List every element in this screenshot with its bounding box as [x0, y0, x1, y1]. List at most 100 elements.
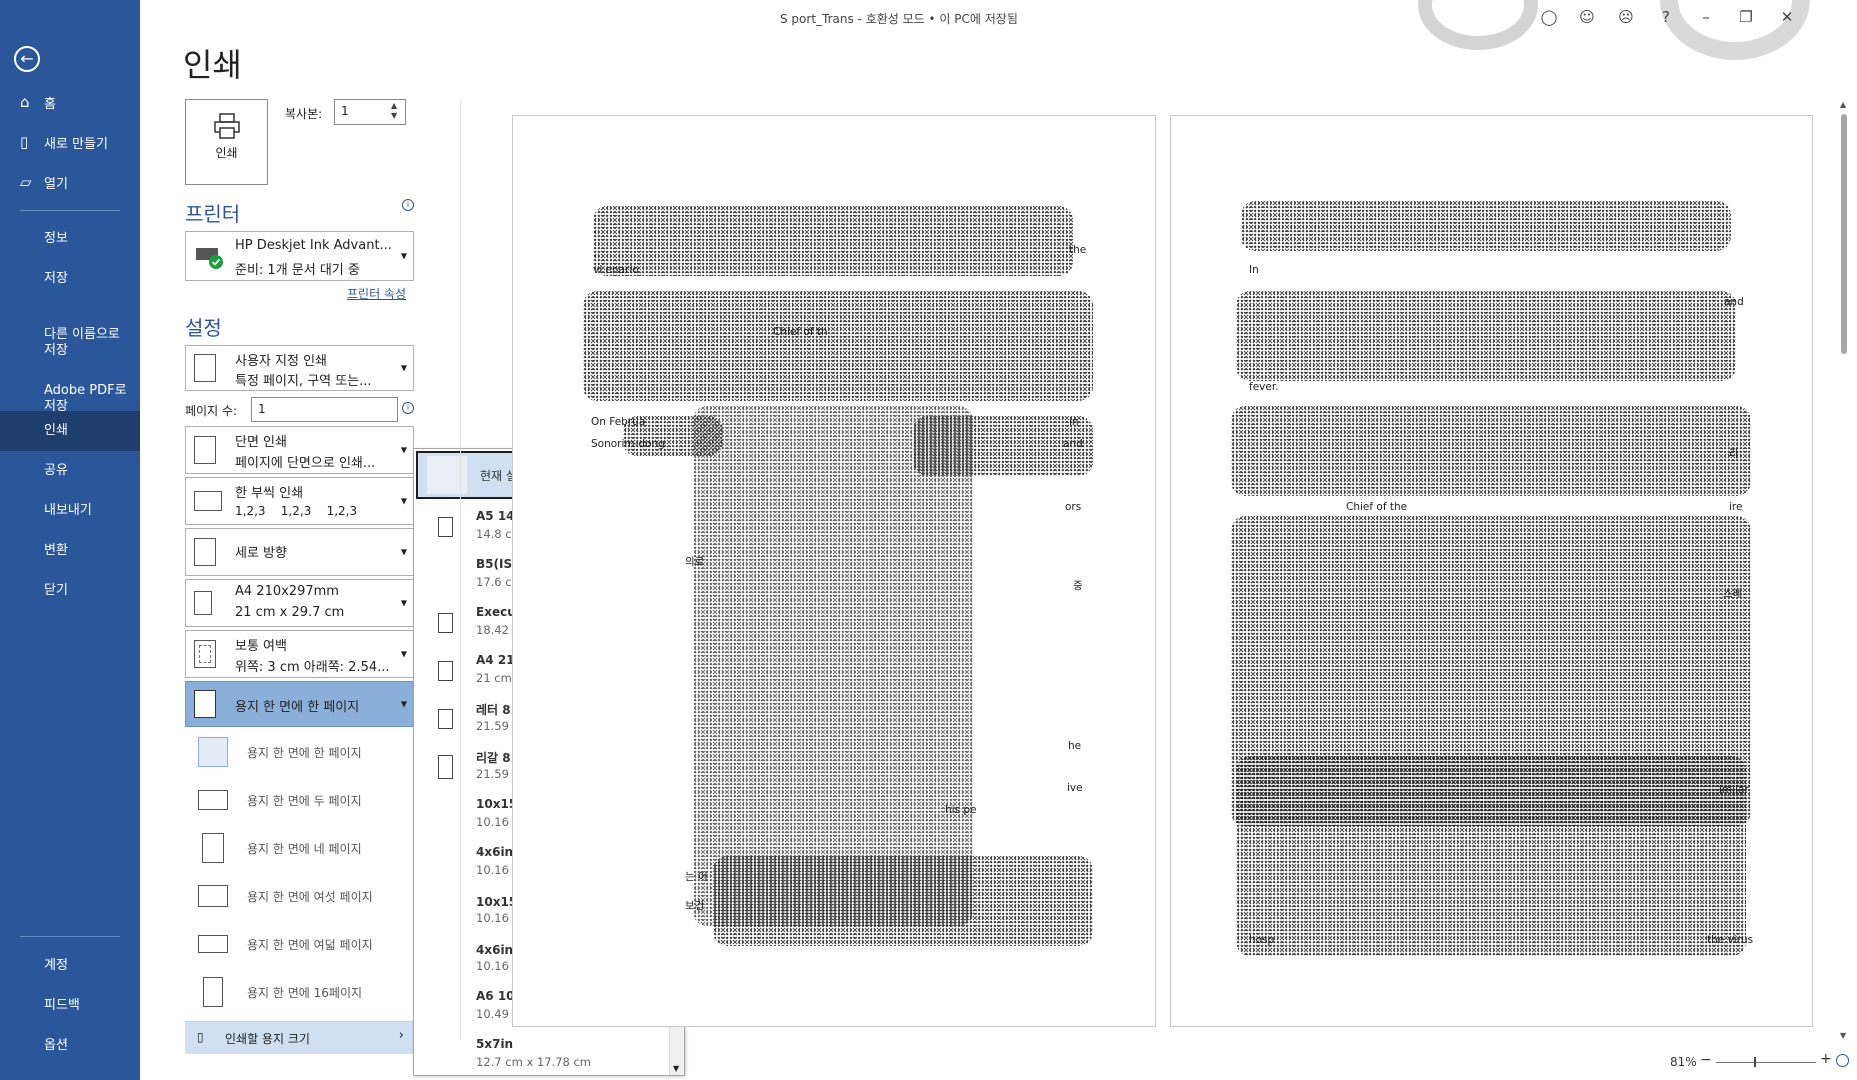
two-pages-icon	[198, 790, 228, 810]
print-button-label: 인쇄	[215, 146, 238, 160]
pps-option-label: 용지 한 면에 한 페이지	[247, 746, 362, 760]
home-icon: ⌂	[20, 93, 30, 111]
sidebar-item-options[interactable]: 옵션	[0, 1038, 140, 1060]
sidebar-item-label: 변환	[44, 543, 68, 558]
setting-line2: 1,2,3 1,2,3 1,2,3	[235, 504, 358, 518]
one-sided-icon	[194, 436, 216, 464]
sidebar-item-close[interactable]: 닫기	[0, 583, 140, 605]
sidebar-item-home[interactable]: ⌂ 홈	[0, 94, 140, 116]
margins-select[interactable]: 보통 여백 위쪽: 3 cm 아래쪽: 2.54... ▼	[185, 630, 414, 678]
sidebar-item-label: 계정	[44, 958, 68, 973]
pps-option-label: 용지 한 면에 여덟 페이지	[247, 938, 373, 952]
info-icon[interactable]: i	[402, 199, 414, 211]
paper-option-name: 5x7in	[476, 1037, 514, 1051]
text-fragment: On Februa	[591, 416, 646, 428]
sidebar-item-open[interactable]: ▱ 열기	[0, 174, 140, 196]
new-document-icon: ▯	[20, 133, 29, 151]
pps-option-label: 용지 한 면에 네 페이지	[247, 842, 362, 856]
account-icon[interactable]: ◯	[1538, 6, 1560, 28]
settings-section-title: 설정	[185, 316, 222, 340]
pps-option-4[interactable]: 용지 한 면에 네 페이지	[185, 825, 414, 871]
sixteen-pages-icon	[203, 977, 223, 1007]
print-button[interactable]: 인쇄	[185, 99, 268, 185]
text-fragment: the	[1069, 244, 1087, 256]
preview-scrollbar[interactable]: ▲ ▼	[1838, 100, 1850, 1040]
sidebar-item-export[interactable]: 내보내기	[0, 503, 140, 525]
zoom-slider-thumb[interactable]	[1754, 1057, 1756, 1067]
redacted-text-block	[713, 856, 1093, 946]
sidebar-item-label: 새로 만들기	[44, 137, 108, 152]
current-paper-icon	[427, 456, 467, 494]
printer-name: HP Deskjet Ink Advant...	[235, 238, 392, 253]
paper-size-select[interactable]: A4 210x297mm 21 cm x 29.7 cm ▼	[185, 579, 414, 627]
text-fragment: vi enario	[593, 264, 639, 276]
sidebar-item-print[interactable]: 인쇄	[0, 411, 140, 451]
smile-icon[interactable]: ☺	[1576, 6, 1598, 28]
text-fragment: 스레	[1723, 588, 1743, 600]
chevron-down-icon: ▼	[400, 598, 407, 608]
setting-line1: 용지 한 면에 한 페이지	[235, 700, 360, 715]
pages-input[interactable]: 1	[251, 397, 398, 422]
print-range-select[interactable]: 사용자 지정 인쇄 특정 페이지, 구역 또는... ▼	[185, 345, 414, 391]
chevron-down-icon: ▼	[400, 649, 407, 659]
text-fragment: ire	[1729, 501, 1743, 513]
minimize-icon[interactable]: –	[1695, 6, 1717, 28]
paper-icon	[194, 591, 212, 615]
paper-size-icon: ▯	[197, 1030, 204, 1044]
sidebar-item-save-as[interactable]: 다른 이름으로 저장	[0, 311, 140, 358]
text-fragment: ive	[1067, 782, 1083, 794]
text-fragment: and	[1724, 296, 1744, 308]
back-arrow-icon[interactable]: ←	[14, 46, 40, 72]
orientation-select[interactable]: 세로 방향 ▼	[185, 528, 414, 576]
printer-properties-link[interactable]: 프린터 속성	[347, 285, 406, 302]
zoom-in-button[interactable]: +	[1820, 1051, 1832, 1067]
zoom-slider[interactable]	[1716, 1062, 1816, 1063]
paper-option-name: 4x6in	[476, 845, 514, 859]
scrollbar-thumb[interactable]	[1841, 114, 1847, 354]
close-icon[interactable]: ✕	[1776, 6, 1798, 28]
scroll-down-icon[interactable]: ▼	[673, 1064, 679, 1073]
info-icon[interactable]: i	[402, 402, 414, 414]
scroll-up-icon[interactable]: ▲	[1840, 100, 1846, 109]
title-bar: S port_Trans - 호환성 모드 • 이 PC에 저장됨 ◯ ☺ ☹ …	[140, 0, 1857, 60]
sidebar-item-transform[interactable]: 변환	[0, 543, 140, 565]
pps-option-2[interactable]: 용지 한 면에 두 페이지	[185, 777, 414, 823]
sidebar-item-account[interactable]: 계정	[0, 958, 140, 980]
pps-option-8[interactable]: 용지 한 면에 여덟 페이지	[185, 921, 414, 967]
zoom-to-page-icon[interactable]	[1836, 1054, 1849, 1067]
text-fragment: and	[1063, 438, 1083, 450]
chevron-down-icon: ▼	[400, 363, 407, 373]
help-icon[interactable]: ?	[1655, 6, 1677, 28]
sidebar-item-save-as-pdf[interactable]: Adobe PDF로 저장	[0, 367, 140, 414]
sidebar-item-save[interactable]: 저장	[0, 271, 140, 293]
printer-select[interactable]: HP Deskjet Ink Advant... 준비: 1개 문서 대기 중 …	[185, 231, 414, 281]
copies-label: 복사본:	[285, 107, 323, 121]
pps-option-1[interactable]: 용지 한 면에 한 페이지	[185, 729, 414, 775]
sidebar-item-share[interactable]: 공유	[0, 463, 140, 485]
collate-select[interactable]: 한 부씩 인쇄 1,2,3 1,2,3 1,2,3 ▼	[185, 477, 414, 525]
one-page-per-sheet-icon	[194, 690, 216, 718]
scroll-down-icon[interactable]: ▼	[1840, 1031, 1846, 1040]
pps-option-6[interactable]: 용지 한 면에 여섯 페이지	[185, 873, 414, 919]
pps-option-16[interactable]: 용지 한 면에 16페이지	[185, 969, 414, 1015]
setting-line2: 위쪽: 3 cm 아래쪽: 2.54...	[235, 660, 390, 675]
sidebar-item-new[interactable]: ▯ 새로 만들기	[0, 134, 140, 156]
setting-line1: 보통 여백	[235, 639, 287, 654]
eight-pages-icon	[198, 935, 228, 953]
folder-open-icon: ▱	[20, 173, 32, 191]
redacted-text-block	[693, 406, 973, 926]
redacted-text-block	[1241, 201, 1731, 251]
sides-select[interactable]: 단면 인쇄 페이지에 단면으로 인쇄... ▼	[185, 426, 414, 474]
frown-icon[interactable]: ☹	[1615, 6, 1637, 28]
sidebar-item-feedback[interactable]: 피드백	[0, 998, 140, 1020]
zoom-out-button[interactable]: −	[1700, 1052, 1712, 1068]
text-fragment: Chief of th	[773, 326, 828, 338]
scale-to-paper-size-item[interactable]: ▯ 인쇄할 용지 크기 ›	[185, 1022, 414, 1054]
paper-option-5x7in[interactable]: 5x7in 12.7 cm x 17.78 cm	[414, 1029, 670, 1075]
sidebar-item-label: 공유	[44, 463, 68, 478]
sidebar-item-info[interactable]: 정보	[0, 231, 140, 253]
pages-per-sheet-select[interactable]: 용지 한 면에 한 페이지 ▼	[185, 681, 414, 727]
copies-spinner-icon[interactable]: ▲ ▼	[391, 101, 397, 121]
restore-icon[interactable]: ❐	[1735, 6, 1757, 28]
text-fragment: 보건	[685, 900, 705, 912]
